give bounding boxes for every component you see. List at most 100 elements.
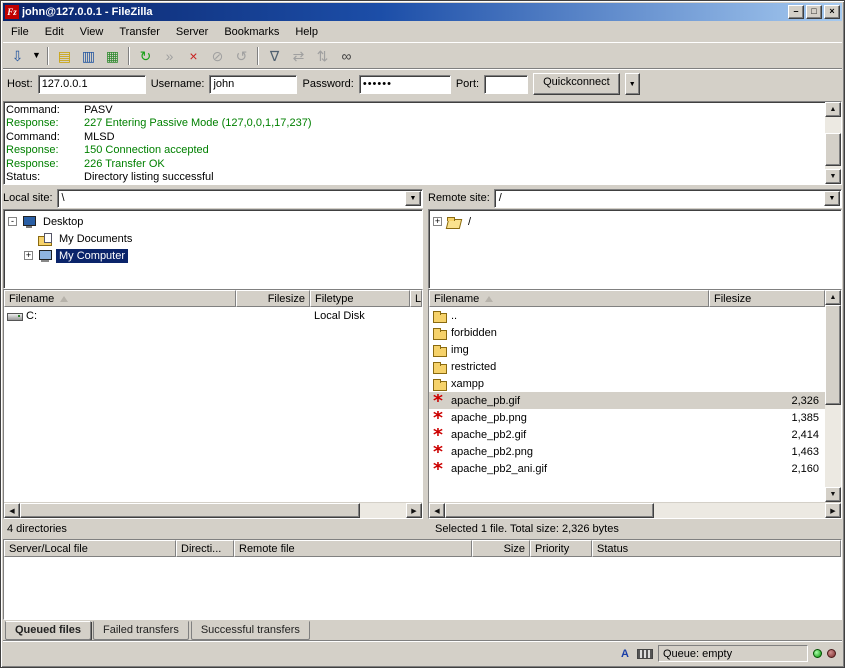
compare-directories-button[interactable]: ⇄ — [287, 45, 310, 67]
file-row[interactable]: forbidden — [429, 324, 825, 341]
combo-dropdown-icon[interactable] — [824, 191, 840, 206]
maximize-button[interactable]: □ — [806, 5, 822, 19]
scroll-down-icon[interactable] — [825, 487, 841, 502]
expand-toggle-icon[interactable]: + — [433, 217, 442, 226]
queue-tab[interactable]: Queued files — [5, 621, 91, 640]
column-header-server-local-file[interactable]: Server/Local file — [4, 540, 176, 557]
scroll-left-icon[interactable] — [429, 503, 445, 518]
transfer-queue-list[interactable] — [4, 557, 841, 619]
file-row[interactable]: apache_pb.png 1,385 — [429, 409, 825, 426]
log-scrollbar[interactable] — [825, 102, 841, 184]
tree-item[interactable]: - Desktop — [4, 213, 422, 230]
username-input[interactable] — [209, 75, 297, 94]
file-row[interactable]: apache_pb.gif 2,326 — [429, 392, 825, 409]
file-name: apache_pb.gif — [451, 395, 520, 407]
file-row[interactable]: restricted — [429, 358, 825, 375]
cancel-operation-button[interactable]: × — [182, 45, 205, 67]
scroll-left-icon[interactable] — [4, 503, 20, 518]
site-manager-button[interactable]: ⇩ — [6, 45, 29, 67]
minimize-button[interactable]: – — [788, 5, 804, 19]
tree-item[interactable]: + My Computer — [4, 247, 422, 264]
file-red-icon — [432, 394, 448, 408]
expand-toggle-icon[interactable]: + — [24, 251, 33, 260]
quickconnect-dropdown-icon[interactable] — [625, 73, 640, 95]
scroll-right-icon[interactable] — [406, 503, 422, 518]
scroll-up-icon[interactable] — [825, 102, 841, 117]
reconnect-button[interactable]: ↺ — [230, 45, 253, 67]
log-line-type: Status: — [6, 171, 84, 184]
log-line-text: PASV — [84, 104, 113, 117]
disconnect-button[interactable]: ⊘ — [206, 45, 229, 67]
scroll-track[interactable] — [825, 117, 841, 169]
password-input[interactable] — [359, 75, 451, 94]
quickconnect-button[interactable]: Quickconnect — [533, 73, 620, 95]
port-input[interactable] — [484, 75, 528, 94]
column-header-size[interactable]: Size — [472, 540, 530, 557]
toggle-remote-tree-button[interactable]: ▦ — [101, 45, 124, 67]
file-size: 2,414 — [709, 429, 825, 441]
expand-toggle-icon[interactable]: - — [8, 217, 17, 226]
tree-item[interactable]: My Documents — [4, 230, 422, 247]
combo-dropdown-icon[interactable] — [405, 191, 421, 206]
file-row[interactable]: img — [429, 341, 825, 358]
menu-item[interactable]: Bookmarks — [216, 23, 287, 41]
filezilla-logo-icon: Fz — [5, 5, 19, 19]
menu-item[interactable]: View — [72, 23, 112, 41]
file-row[interactable]: .. — [429, 307, 825, 324]
column-header-direction[interactable]: Directi... — [176, 540, 234, 557]
sync-browsing-button[interactable]: ⇅ — [311, 45, 334, 67]
site-manager-dropdown-button[interactable]: ▼ — [30, 45, 43, 67]
scroll-thumb[interactable] — [20, 503, 360, 518]
folder-open-icon — [446, 215, 462, 229]
tree-item[interactable]: + / — [429, 213, 841, 230]
remote-horizontal-scrollbar[interactable] — [429, 502, 841, 518]
queue-status-text: Queue: empty — [663, 648, 732, 660]
column-header-filename[interactable]: Filename — [4, 290, 236, 307]
queue-tab[interactable]: Successful transfers — [191, 621, 310, 640]
local-site-combobox[interactable]: \ — [57, 189, 423, 208]
find-files-button[interactable]: ∞ — [335, 45, 358, 67]
local-horizontal-scrollbar[interactable] — [4, 502, 422, 518]
remote-vertical-scrollbar[interactable] — [825, 290, 841, 502]
menu-item[interactable]: Edit — [37, 23, 72, 41]
column-header-filename[interactable]: Filename — [429, 290, 709, 307]
toggle-local-tree-button[interactable]: ▥ — [77, 45, 100, 67]
computer-icon — [37, 249, 53, 263]
refresh-button[interactable]: ↻ — [134, 45, 157, 67]
column-header-filesize[interactable]: Filesize — [236, 290, 310, 307]
file-row[interactable]: apache_pb2.gif 2,414 — [429, 426, 825, 443]
title-bar[interactable]: Fz john@127.0.0.1 - FileZilla – □ × — [3, 3, 842, 21]
filter-button[interactable]: ∇ — [263, 45, 286, 67]
scroll-thumb[interactable] — [445, 503, 654, 518]
file-red-icon — [432, 411, 448, 425]
host-input[interactable] — [38, 75, 146, 94]
column-header-lastmodified[interactable]: L — [410, 290, 422, 307]
file-row[interactable]: apache_pb2.png 1,463 — [429, 443, 825, 460]
file-row[interactable]: xampp — [429, 375, 825, 392]
file-row[interactable]: apache_pb2_ani.gif 2,160 — [429, 460, 825, 477]
column-header-filesize[interactable]: Filesize — [709, 290, 825, 307]
menu-item[interactable]: File — [3, 23, 37, 41]
column-header-filetype[interactable]: Filetype — [310, 290, 410, 307]
scroll-thumb[interactable] — [825, 133, 841, 167]
folder-icon — [432, 377, 448, 391]
log-line-text: Directory listing successful — [84, 171, 214, 184]
column-header-remote-file[interactable]: Remote file — [234, 540, 472, 557]
scroll-up-icon[interactable] — [825, 290, 841, 305]
scroll-right-icon[interactable] — [825, 503, 841, 518]
menu-item[interactable]: Transfer — [111, 23, 168, 41]
close-button[interactable]: × — [824, 5, 840, 19]
toolbar-separator — [128, 47, 130, 65]
scroll-thumb[interactable] — [825, 305, 841, 405]
menu-item[interactable]: Server — [168, 23, 216, 41]
column-header-priority[interactable]: Priority — [530, 540, 592, 557]
folder-icon — [432, 309, 448, 323]
toggle-message-log-button[interactable]: ▤ — [53, 45, 76, 67]
scroll-down-icon[interactable] — [825, 169, 841, 184]
column-header-status[interactable]: Status — [592, 540, 841, 557]
menu-item[interactable]: Help — [287, 23, 326, 41]
remote-site-combobox[interactable]: / — [494, 189, 842, 208]
process-queue-button[interactable]: » — [158, 45, 181, 67]
file-row[interactable]: C: Local Disk — [4, 307, 422, 324]
queue-tab[interactable]: Failed transfers — [93, 621, 189, 640]
